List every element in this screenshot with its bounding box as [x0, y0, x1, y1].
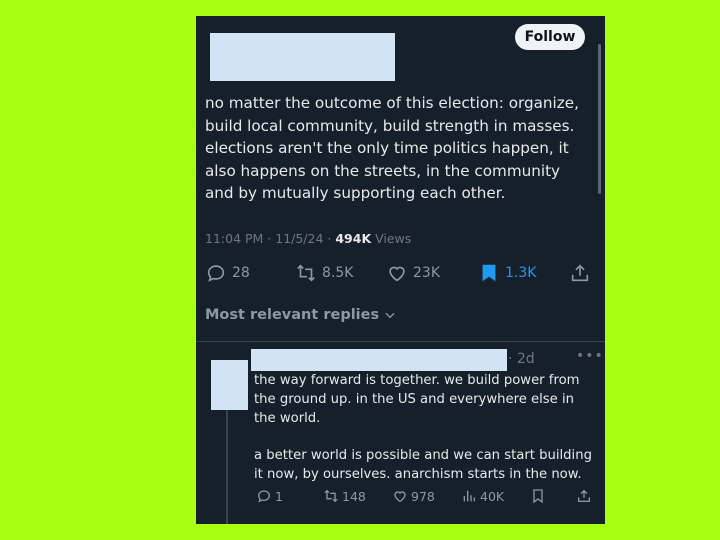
- tweet-meta: 11:04 PM · 11/5/24 · 494K Views: [205, 231, 411, 246]
- repost-icon: [324, 489, 338, 503]
- reply-text: the way forward is together. we build po…: [254, 371, 599, 484]
- reply-bookmark-button[interactable]: [530, 488, 546, 504]
- share-icon: [571, 264, 589, 282]
- reply-icon: [257, 490, 271, 503]
- divider: [196, 341, 605, 342]
- repost-button[interactable]: 8.5K: [295, 262, 353, 284]
- like-icon: [394, 491, 406, 503]
- reply-icon: [207, 265, 225, 282]
- share-button[interactable]: [569, 262, 591, 284]
- views-label: Views: [371, 231, 412, 246]
- thread-line: [226, 410, 228, 524]
- reply-paragraph: a better world is possible and we can st…: [254, 448, 592, 482]
- more-options-button[interactable]: •••: [576, 348, 604, 364]
- replies-filter[interactable]: Most relevant replies: [205, 307, 397, 323]
- scrollbar[interactable]: [598, 44, 601, 194]
- reply-actions: 1 148 978 40K: [254, 488, 599, 508]
- replies-filter-label: Most relevant replies: [205, 307, 380, 323]
- bookmark-icon: [533, 489, 543, 504]
- like-button[interactable]: 23K: [386, 262, 440, 284]
- reply-reply-count: 1: [275, 488, 283, 504]
- reply-reply-button[interactable]: 1: [256, 488, 283, 504]
- tweet-timestamp[interactable]: 11:04 PM · 11/5/24 ·: [205, 231, 335, 246]
- reply-count: 28: [232, 265, 250, 281]
- reply-like-count: 978: [411, 488, 435, 504]
- views-count: 494K: [335, 231, 372, 246]
- share-icon: [578, 489, 590, 502]
- tweet-actions: 28 8.5K 23K 1.3K: [205, 262, 597, 286]
- reply-paragraph: the way forward is together. we build po…: [254, 373, 580, 426]
- reply-views-button[interactable]: 40K: [461, 488, 504, 504]
- reply-repost-count: 148: [342, 488, 366, 504]
- redacted-avatar: [211, 360, 248, 410]
- like-icon: [389, 266, 405, 282]
- bookmark-count: 1.3K: [505, 265, 537, 281]
- reply-repost-button[interactable]: 148: [323, 488, 366, 504]
- analytics-icon: [463, 490, 475, 502]
- reply-time[interactable]: · 2d: [508, 351, 535, 367]
- reply-views-count: 40K: [480, 488, 505, 504]
- like-count: 23K: [413, 265, 440, 281]
- redacted-author: [210, 33, 395, 81]
- follow-button[interactable]: Follow: [515, 24, 585, 50]
- reply-like-button[interactable]: 978: [392, 488, 435, 504]
- tweet-text: no matter the outcome of this election: …: [205, 94, 579, 202]
- redacted-reply-author: [251, 349, 507, 371]
- repost-count: 8.5K: [322, 265, 354, 281]
- reply-button[interactable]: 28: [205, 262, 250, 284]
- chevron-down-icon: [385, 312, 395, 319]
- bookmark-icon: [482, 264, 496, 282]
- repost-icon: [297, 264, 315, 282]
- tweet-screenshot: Follow no matter the outcome of this ele…: [196, 16, 605, 524]
- reply-share-button[interactable]: [576, 488, 592, 504]
- bookmark-button[interactable]: 1.3K: [478, 262, 536, 284]
